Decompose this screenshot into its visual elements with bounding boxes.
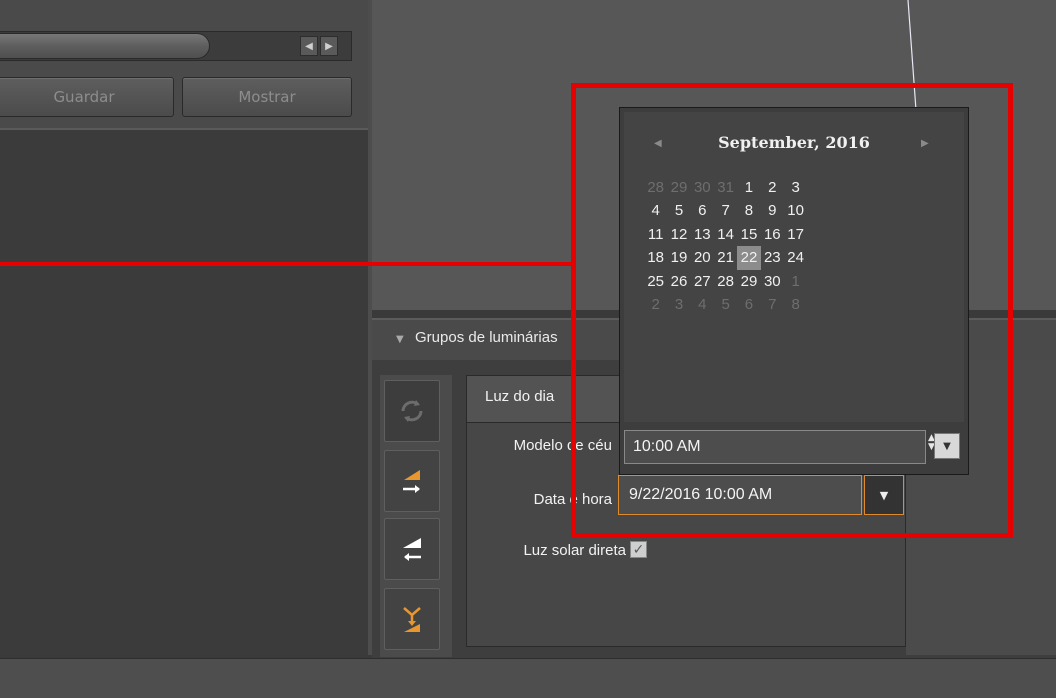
light-merge-icon	[403, 607, 421, 632]
checkmark-icon: ✓	[632, 541, 645, 558]
direct-sunlight-label: Luz solar direta	[523, 542, 626, 559]
mostrar-button[interactable]: Mostrar	[182, 77, 352, 117]
scroll-right-icon[interactable]: ▶	[320, 36, 338, 56]
collapse-arrow-icon[interactable]: ▼	[396, 334, 408, 345]
merge-light-button[interactable]	[384, 588, 440, 650]
export-light-button[interactable]	[384, 450, 440, 512]
light-import-icon	[403, 538, 421, 561]
light-export-icon	[403, 470, 420, 493]
annotation-pointer-line	[0, 262, 574, 266]
refresh-icon	[401, 400, 423, 422]
scroll-left-icon[interactable]: ◀	[300, 36, 318, 56]
bottom-status-bar	[0, 658, 1056, 698]
light-groups-title: Grupos de luminárias	[415, 329, 558, 346]
annotation-highlight-box	[571, 83, 1013, 538]
refresh-button[interactable]	[384, 380, 440, 442]
horizontal-scrollbar-thumb[interactable]	[0, 33, 210, 59]
direct-sunlight-checkbox[interactable]: ✓	[630, 541, 647, 558]
daylight-title: Luz do dia	[485, 388, 555, 405]
guardar-button[interactable]: Guardar	[0, 77, 174, 117]
import-light-button[interactable]	[384, 518, 440, 580]
